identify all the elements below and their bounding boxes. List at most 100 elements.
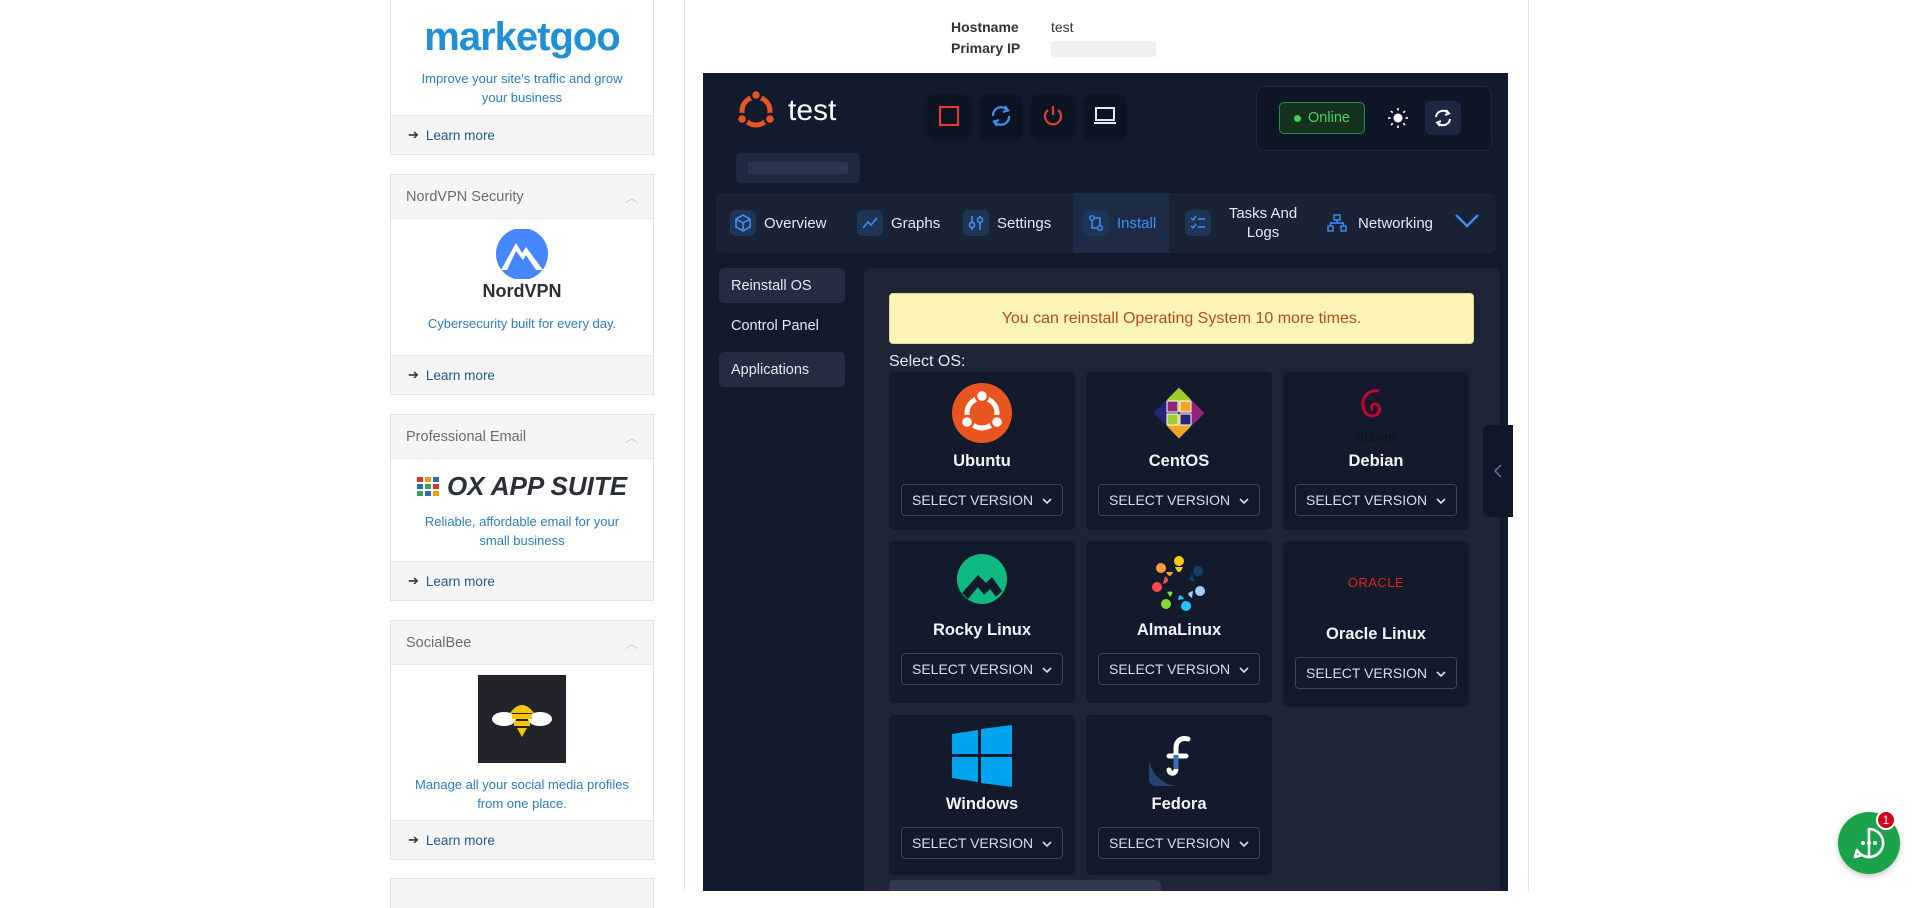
tab-overview[interactable]: Overview [730, 193, 827, 253]
vps-name: test [788, 94, 837, 127]
restart-icon [991, 105, 1011, 127]
promo-title: NordVPN Security [406, 188, 524, 205]
promo-description: Cybersecurity built for every day. [427, 316, 617, 331]
promo-card-socialbee: SocialBee ︿ Manage all your social media … [390, 620, 654, 860]
status-dot-icon [1294, 114, 1302, 122]
version-select-label: SELECT VERSION [912, 661, 1034, 677]
subnav-control-panel[interactable]: Control Panel [719, 308, 845, 343]
power-button[interactable] [1032, 95, 1074, 137]
side-drawer-toggle[interactable] [1483, 425, 1513, 517]
promo-card-marketgoo: marketgoo Improve your site's traffic an… [390, 0, 654, 155]
rocky-linux-logo-icon [889, 553, 1075, 605]
os-card-centos[interactable]: CentOS SELECT VERSION [1086, 372, 1272, 530]
console-button[interactable] [1084, 95, 1126, 137]
version-select[interactable]: SELECT VERSION [1295, 657, 1457, 689]
promo-description: Manage all your social media profiles fr… [415, 777, 629, 811]
windows-logo-icon [889, 725, 1075, 787]
chevron-up-icon[interactable]: ︿ [625, 427, 638, 446]
chevron-down-icon [1239, 662, 1249, 678]
version-select-label: SELECT VERSION [1109, 661, 1231, 677]
chat-bubble-icon [1853, 827, 1885, 859]
version-select[interactable]: SELECT VERSION [901, 653, 1063, 685]
refresh-button[interactable] [1425, 101, 1461, 135]
promo-description: Improve your site's traffic and grow you… [421, 71, 623, 105]
promo-title: SocialBee [406, 634, 472, 651]
subnav-applications[interactable]: Applications [719, 352, 845, 387]
os-card-ubuntu[interactable]: Ubuntu SELECT VERSION [889, 372, 1075, 530]
oracle-logo-icon: ORACLE [1283, 575, 1469, 591]
more-tabs-button[interactable] [1454, 211, 1480, 236]
os-name: CentOS [1148, 452, 1210, 470]
chat-unread-badge: 1 [1876, 810, 1896, 830]
refresh-icon [1435, 109, 1451, 127]
os-name: Ubuntu [953, 452, 1011, 470]
action-button-partial[interactable] [889, 880, 1161, 891]
version-select[interactable]: SELECT VERSION [1098, 484, 1260, 516]
learn-more-link[interactable]: ➔ Learn more [391, 355, 653, 394]
primary-ip-label: Primary IP [951, 40, 1021, 56]
learn-more-link[interactable]: ➔ Learn more [391, 820, 653, 859]
os-card-fedora[interactable]: Fedora SELECT VERSION [1086, 715, 1272, 875]
chevron-down-icon [1239, 493, 1249, 509]
ox-app-suite-logo: OX APP SUITE [409, 471, 635, 502]
os-name: AlmaLinux [1136, 621, 1222, 639]
promo-header[interactable]: SocialBee ︿ [391, 621, 653, 665]
version-select[interactable]: SELECT VERSION [901, 827, 1063, 859]
tab-networking[interactable]: Networking [1324, 193, 1433, 253]
tab-install[interactable]: Install [1073, 193, 1169, 253]
stop-icon [938, 105, 960, 127]
learn-more-link[interactable]: ➔ Learn more [391, 115, 653, 154]
almalinux-logo-icon [1086, 551, 1272, 613]
tab-label: Networking [1358, 214, 1434, 232]
chevron-left-icon [1493, 464, 1502, 478]
learn-more-label: Learn more [425, 573, 495, 589]
promo-header[interactable]: NordVPN Security ︿ [391, 175, 653, 219]
stop-button[interactable] [928, 95, 970, 137]
vps-control-panel: test Online Overview Graphs Settings Ins… [703, 73, 1508, 891]
status-badge: Online [1279, 102, 1365, 134]
ox-app-suite-wordmark: OX APP SUITE [446, 471, 628, 501]
version-select[interactable]: SELECT VERSION [901, 484, 1063, 516]
version-select[interactable]: SELECT VERSION [1098, 653, 1260, 685]
promo-header[interactable]: Professional Email ︿ [391, 415, 653, 459]
sliders-icon [963, 210, 989, 236]
chevron-up-icon[interactable]: ︿ [625, 187, 638, 206]
learn-more-link[interactable]: ➔ Learn more [391, 561, 653, 600]
os-card-windows[interactable]: Windows SELECT VERSION [889, 715, 1075, 875]
tab-label: Tasks And Logs [1228, 205, 1298, 241]
os-name: Oracle Linux [1326, 625, 1426, 643]
subnav-reinstall-os[interactable]: Reinstall OS [719, 268, 845, 303]
install-icon [1083, 210, 1109, 236]
tab-graphs[interactable]: Graphs [857, 193, 940, 253]
chart-line-icon [857, 210, 883, 236]
tab-settings[interactable]: Settings [963, 193, 1051, 253]
power-icon [1043, 106, 1063, 126]
marketgoo-logo: marketgoo [424, 15, 621, 59]
os-card-debian[interactable]: debian Debian SELECT VERSION [1283, 372, 1469, 530]
learn-more-label: Learn more [425, 127, 495, 143]
chevron-up-icon[interactable]: ︿ [625, 633, 638, 652]
os-card-oracle-linux[interactable]: ORACLE Oracle Linux SELECT VERSION [1283, 541, 1469, 707]
svg-text:debian: debian [1356, 429, 1395, 444]
version-select-label: SELECT VERSION [1306, 665, 1428, 681]
arrow-right-icon: ➔ [408, 832, 419, 847]
tab-tasks-and-logs[interactable]: Tasks And Logs [1185, 193, 1303, 253]
restart-button[interactable] [980, 95, 1022, 137]
os-name: Debian [1348, 452, 1404, 470]
socialbee-logo [478, 675, 566, 763]
promo-description: Reliable, affordable email for your smal… [424, 514, 620, 548]
chevron-down-icon [1239, 836, 1249, 852]
os-card-almalinux[interactable]: AlmaLinux SELECT VERSION [1086, 541, 1272, 703]
monitor-icon [1094, 107, 1116, 124]
theme-toggle[interactable] [1387, 107, 1409, 134]
chevron-down-icon [1436, 666, 1446, 682]
os-card-rocky-linux[interactable]: Rocky Linux SELECT VERSION [889, 541, 1075, 703]
promo-title: Professional Email [406, 428, 527, 445]
grid-icon [416, 476, 439, 496]
version-select[interactable]: SELECT VERSION [1295, 484, 1457, 516]
version-select[interactable]: SELECT VERSION [1098, 827, 1260, 859]
hostname-value: test [1051, 19, 1074, 35]
cube-icon [730, 210, 756, 236]
learn-more-label: Learn more [425, 832, 495, 848]
chevron-down-icon [1042, 662, 1052, 678]
